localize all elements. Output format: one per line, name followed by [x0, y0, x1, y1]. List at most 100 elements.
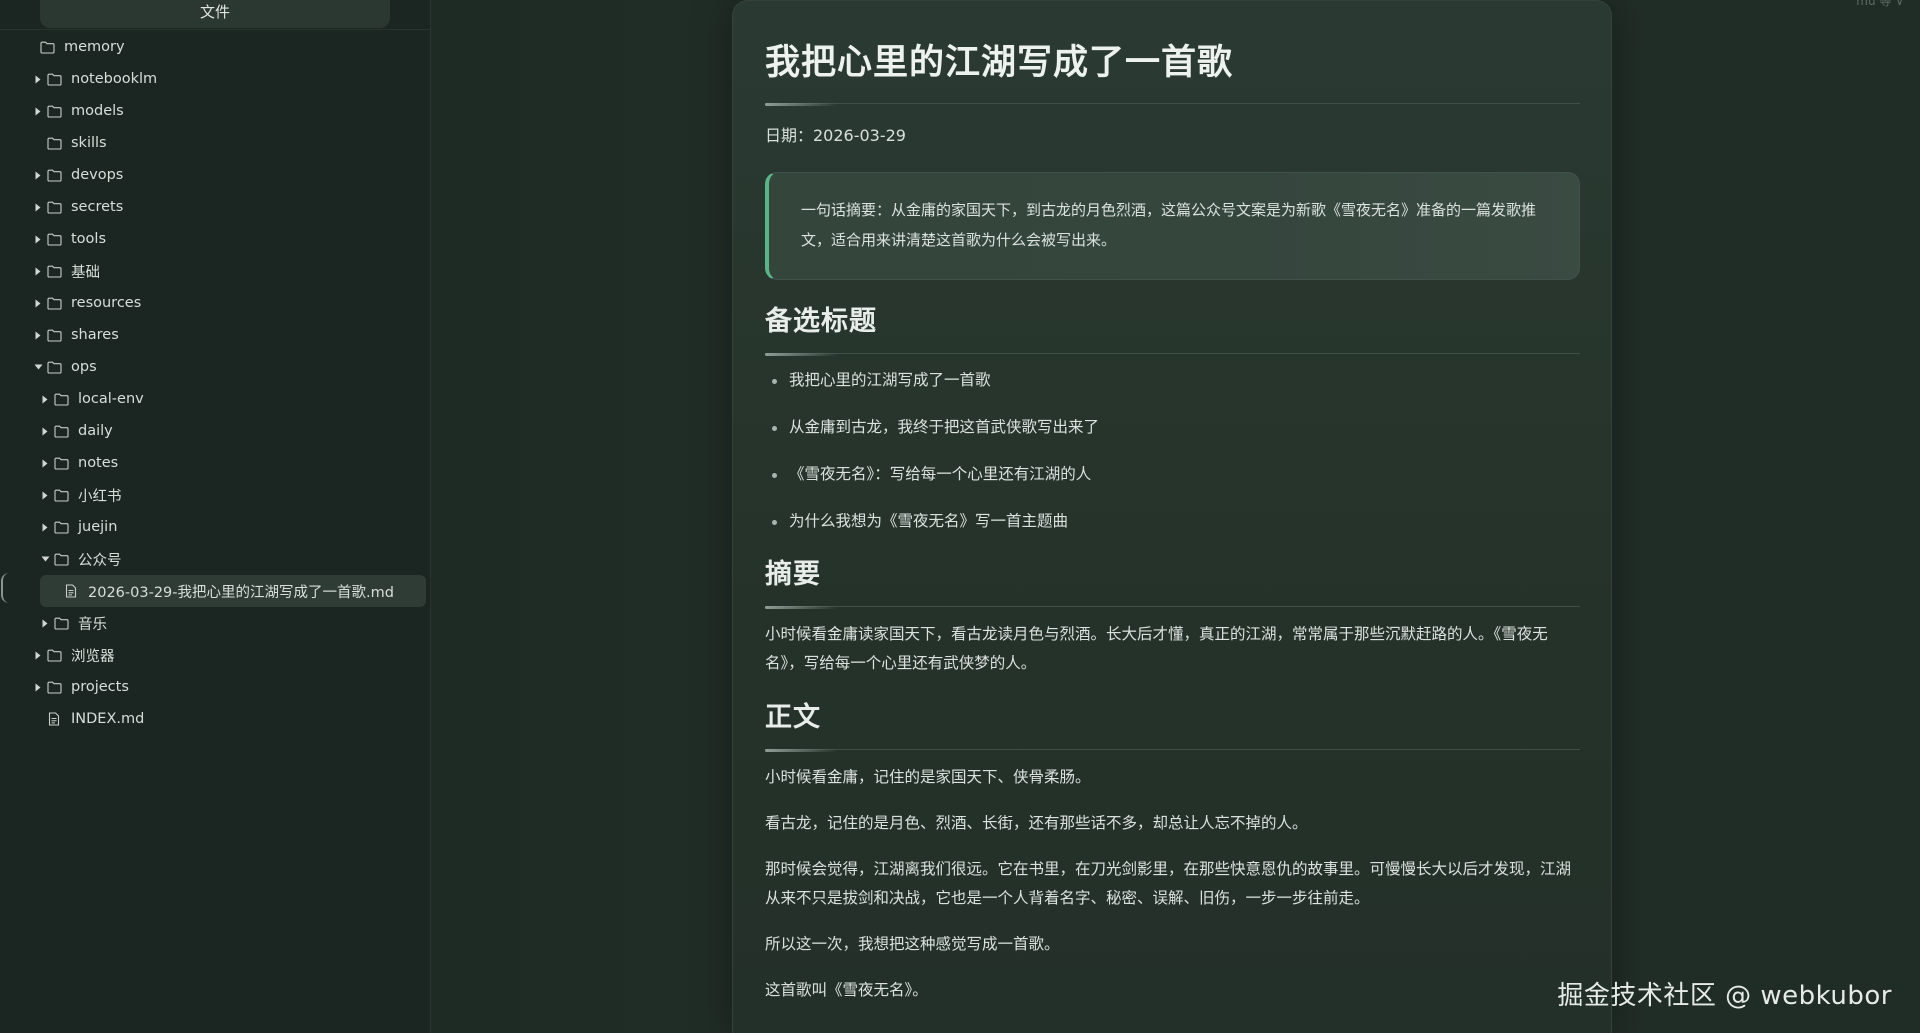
- folder-icon: [39, 40, 55, 54]
- body-paragraph: 所以这一次，我想把这种感觉写成一首歌。: [765, 935, 1060, 953]
- tree-folder-item[interactable]: models: [0, 95, 431, 127]
- folder-icon: [46, 296, 62, 310]
- folder-icon: [46, 200, 62, 214]
- tree-folder-item[interactable]: ops: [0, 351, 431, 383]
- tree-item-label: 基础: [71, 264, 100, 281]
- tree-folder-item[interactable]: local-env: [0, 383, 431, 415]
- section-heading-summary: 摘要: [765, 559, 821, 590]
- folder-icon: [46, 680, 62, 694]
- page-title: 我把心里的江湖写成了一首歌: [765, 43, 1234, 83]
- tree-folder-item[interactable]: notebooklm: [0, 63, 431, 95]
- tree-folder-item[interactable]: tools: [0, 223, 431, 255]
- section-divider: [765, 606, 1580, 609]
- top-right-hint[interactable]: mu 等 ∨: [1856, 0, 1904, 9]
- body-paragraphs: 小时候看金庸，记住的是家国天下、侠骨柔肠。 看古龙，记住的是月色、烈酒、长街，还有…: [765, 763, 1580, 1005]
- chevron-down-icon[interactable]: [33, 361, 43, 373]
- tree-folder-item[interactable]: 公众号: [0, 543, 431, 575]
- tree-folder-item[interactable]: projects: [0, 671, 431, 703]
- chevron-down-icon[interactable]: [40, 553, 50, 565]
- tree-folder-item[interactable]: skills: [0, 127, 431, 159]
- tree-item-label: INDEX.md: [71, 711, 145, 727]
- tree-item-label: models: [71, 103, 124, 119]
- section-alt-titles: 备选标题 我把心里的江湖写成了一首歌 从金庸到古龙，我终于把这首武侠歌写出来了 《雪…: [765, 304, 1580, 532]
- section-body: 正文 小时候看金庸，记住的是家国天下、侠骨柔肠。 看古龙，记住的是月色、烈酒、长街…: [765, 700, 1580, 1005]
- summary-callout-text: 一句话摘要：从金庸的家国天下，到古龙的月色烈酒，这篇公众号文案是为新歌《雪夜无名…: [801, 201, 1537, 249]
- tree-item-label: daily: [78, 423, 113, 439]
- folder-icon: [53, 424, 69, 438]
- chevron-right-icon[interactable]: [33, 265, 43, 277]
- tree-folder-item[interactable]: notes: [0, 447, 431, 479]
- file-explorer-sidebar: 文件 memory notebooklm models skills devops sec…: [0, 0, 431, 1033]
- tree-folder-item[interactable]: resources: [0, 287, 431, 319]
- tree-item-label: tools: [71, 231, 107, 247]
- tree-file-item[interactable]: INDEX.md: [0, 703, 431, 735]
- tree-item-label: resources: [71, 295, 142, 311]
- chevron-right-icon[interactable]: [33, 649, 43, 661]
- folder-icon: [46, 136, 62, 150]
- chevron-right-icon[interactable]: [40, 425, 50, 437]
- chevron-right-icon[interactable]: [33, 105, 43, 117]
- chevron-right-icon[interactable]: [40, 521, 50, 533]
- section-summary: 摘要 小时候看金庸读家国天下，看古龙读月色与烈酒。长大后才懂，真正的江湖，常常属…: [765, 557, 1580, 678]
- files-tab[interactable]: 文件: [40, 0, 390, 28]
- tree-folder-item[interactable]: 浏览器: [0, 639, 431, 671]
- tree-item-label: secrets: [71, 199, 124, 215]
- folder-icon: [53, 520, 69, 534]
- tree-item-label: local-env: [78, 391, 144, 407]
- tree-folder-item[interactable]: devops: [0, 159, 431, 191]
- chevron-right-icon[interactable]: [40, 457, 50, 469]
- tree-item-label: 公众号: [78, 552, 122, 569]
- markdown-preview: 我把心里的江湖写成了一首歌 日期：2026-03-29 一句话摘要：从金庸的家国…: [732, 0, 1612, 1033]
- folder-icon: [53, 392, 69, 406]
- section-heading-alt-titles: 备选标题: [765, 306, 877, 337]
- chevron-right-icon[interactable]: [40, 489, 50, 501]
- chevron-right-icon[interactable]: [33, 73, 43, 85]
- body-paragraph: 那时候会觉得，江湖离我们很远。它在书里，在刀光剑影里，在那些快意恩仇的故事里。可…: [765, 860, 1572, 907]
- section-divider: [765, 749, 1580, 752]
- title-divider: [765, 103, 1580, 106]
- chevron-right-icon[interactable]: [40, 617, 50, 629]
- folder-icon: [53, 616, 69, 630]
- chevron-right-icon[interactable]: [33, 169, 43, 181]
- folder-icon: [46, 328, 62, 342]
- folder-icon: [46, 104, 62, 118]
- tree-file-item[interactable]: 2026-03-29-我把心里的江湖写成了一首歌.md: [40, 575, 426, 607]
- file-icon: [46, 712, 62, 726]
- chevron-right-icon[interactable]: [33, 201, 43, 213]
- tree-item-label: 浏览器: [71, 648, 115, 665]
- date-line: 日期：2026-03-29: [765, 126, 906, 145]
- tree-folder-item[interactable]: juejin: [0, 511, 431, 543]
- chevron-right-icon[interactable]: [33, 297, 43, 309]
- sidebar-divider: [0, 29, 431, 30]
- file-tree: memory notebooklm models skills devops secret…: [0, 31, 431, 735]
- tree-folder-item[interactable]: daily: [0, 415, 431, 447]
- tree-item-label: 小红书: [78, 488, 122, 505]
- tree-folder-item[interactable]: 小红书: [0, 479, 431, 511]
- list-item: 我把心里的江湖写成了一首歌: [765, 369, 1580, 391]
- list-item: 《雪夜无名》：写给每一个心里还有江湖的人: [765, 463, 1580, 485]
- folder-icon: [46, 232, 62, 246]
- tree-folder-item[interactable]: secrets: [0, 191, 431, 223]
- tree-item-label: devops: [71, 167, 124, 183]
- tree-item-label: 音乐: [78, 616, 107, 633]
- chevron-right-icon[interactable]: [40, 393, 50, 405]
- body-paragraph: 看古龙，记住的是月色、烈酒、长街，还有那些话不多，却总让人忘不掉的人。: [765, 814, 1308, 832]
- tree-item-label: projects: [71, 679, 129, 695]
- tree-item-label: skills: [71, 135, 107, 151]
- tree-folder-item[interactable]: 基础: [0, 255, 431, 287]
- chevron-right-icon[interactable]: [33, 233, 43, 245]
- tree-folder-item[interactable]: shares: [0, 319, 431, 351]
- tree-item-label: notes: [78, 455, 119, 471]
- folder-icon: [53, 552, 69, 566]
- files-tab-label: 文件: [199, 2, 230, 21]
- folder-icon: [46, 168, 62, 182]
- tree-folder-item[interactable]: 音乐: [0, 607, 431, 639]
- chevron-right-icon[interactable]: [33, 681, 43, 693]
- tree-folder-item[interactable]: memory: [0, 31, 431, 63]
- summary-paragraph: 小时候看金庸读家国天下，看古龙读月色与烈酒。长大后才懂，真正的江湖，常常属于那些…: [765, 625, 1548, 672]
- list-item: 从金庸到古龙，我终于把这首武侠歌写出来了: [765, 416, 1580, 438]
- app-window: 文件 memory notebooklm models skills devops sec…: [0, 0, 1920, 1033]
- chevron-right-icon[interactable]: [33, 329, 43, 341]
- tree-item-label: 2026-03-29-我把心里的江湖写成了一首歌.md: [88, 584, 394, 601]
- tree-item-label: juejin: [78, 519, 118, 535]
